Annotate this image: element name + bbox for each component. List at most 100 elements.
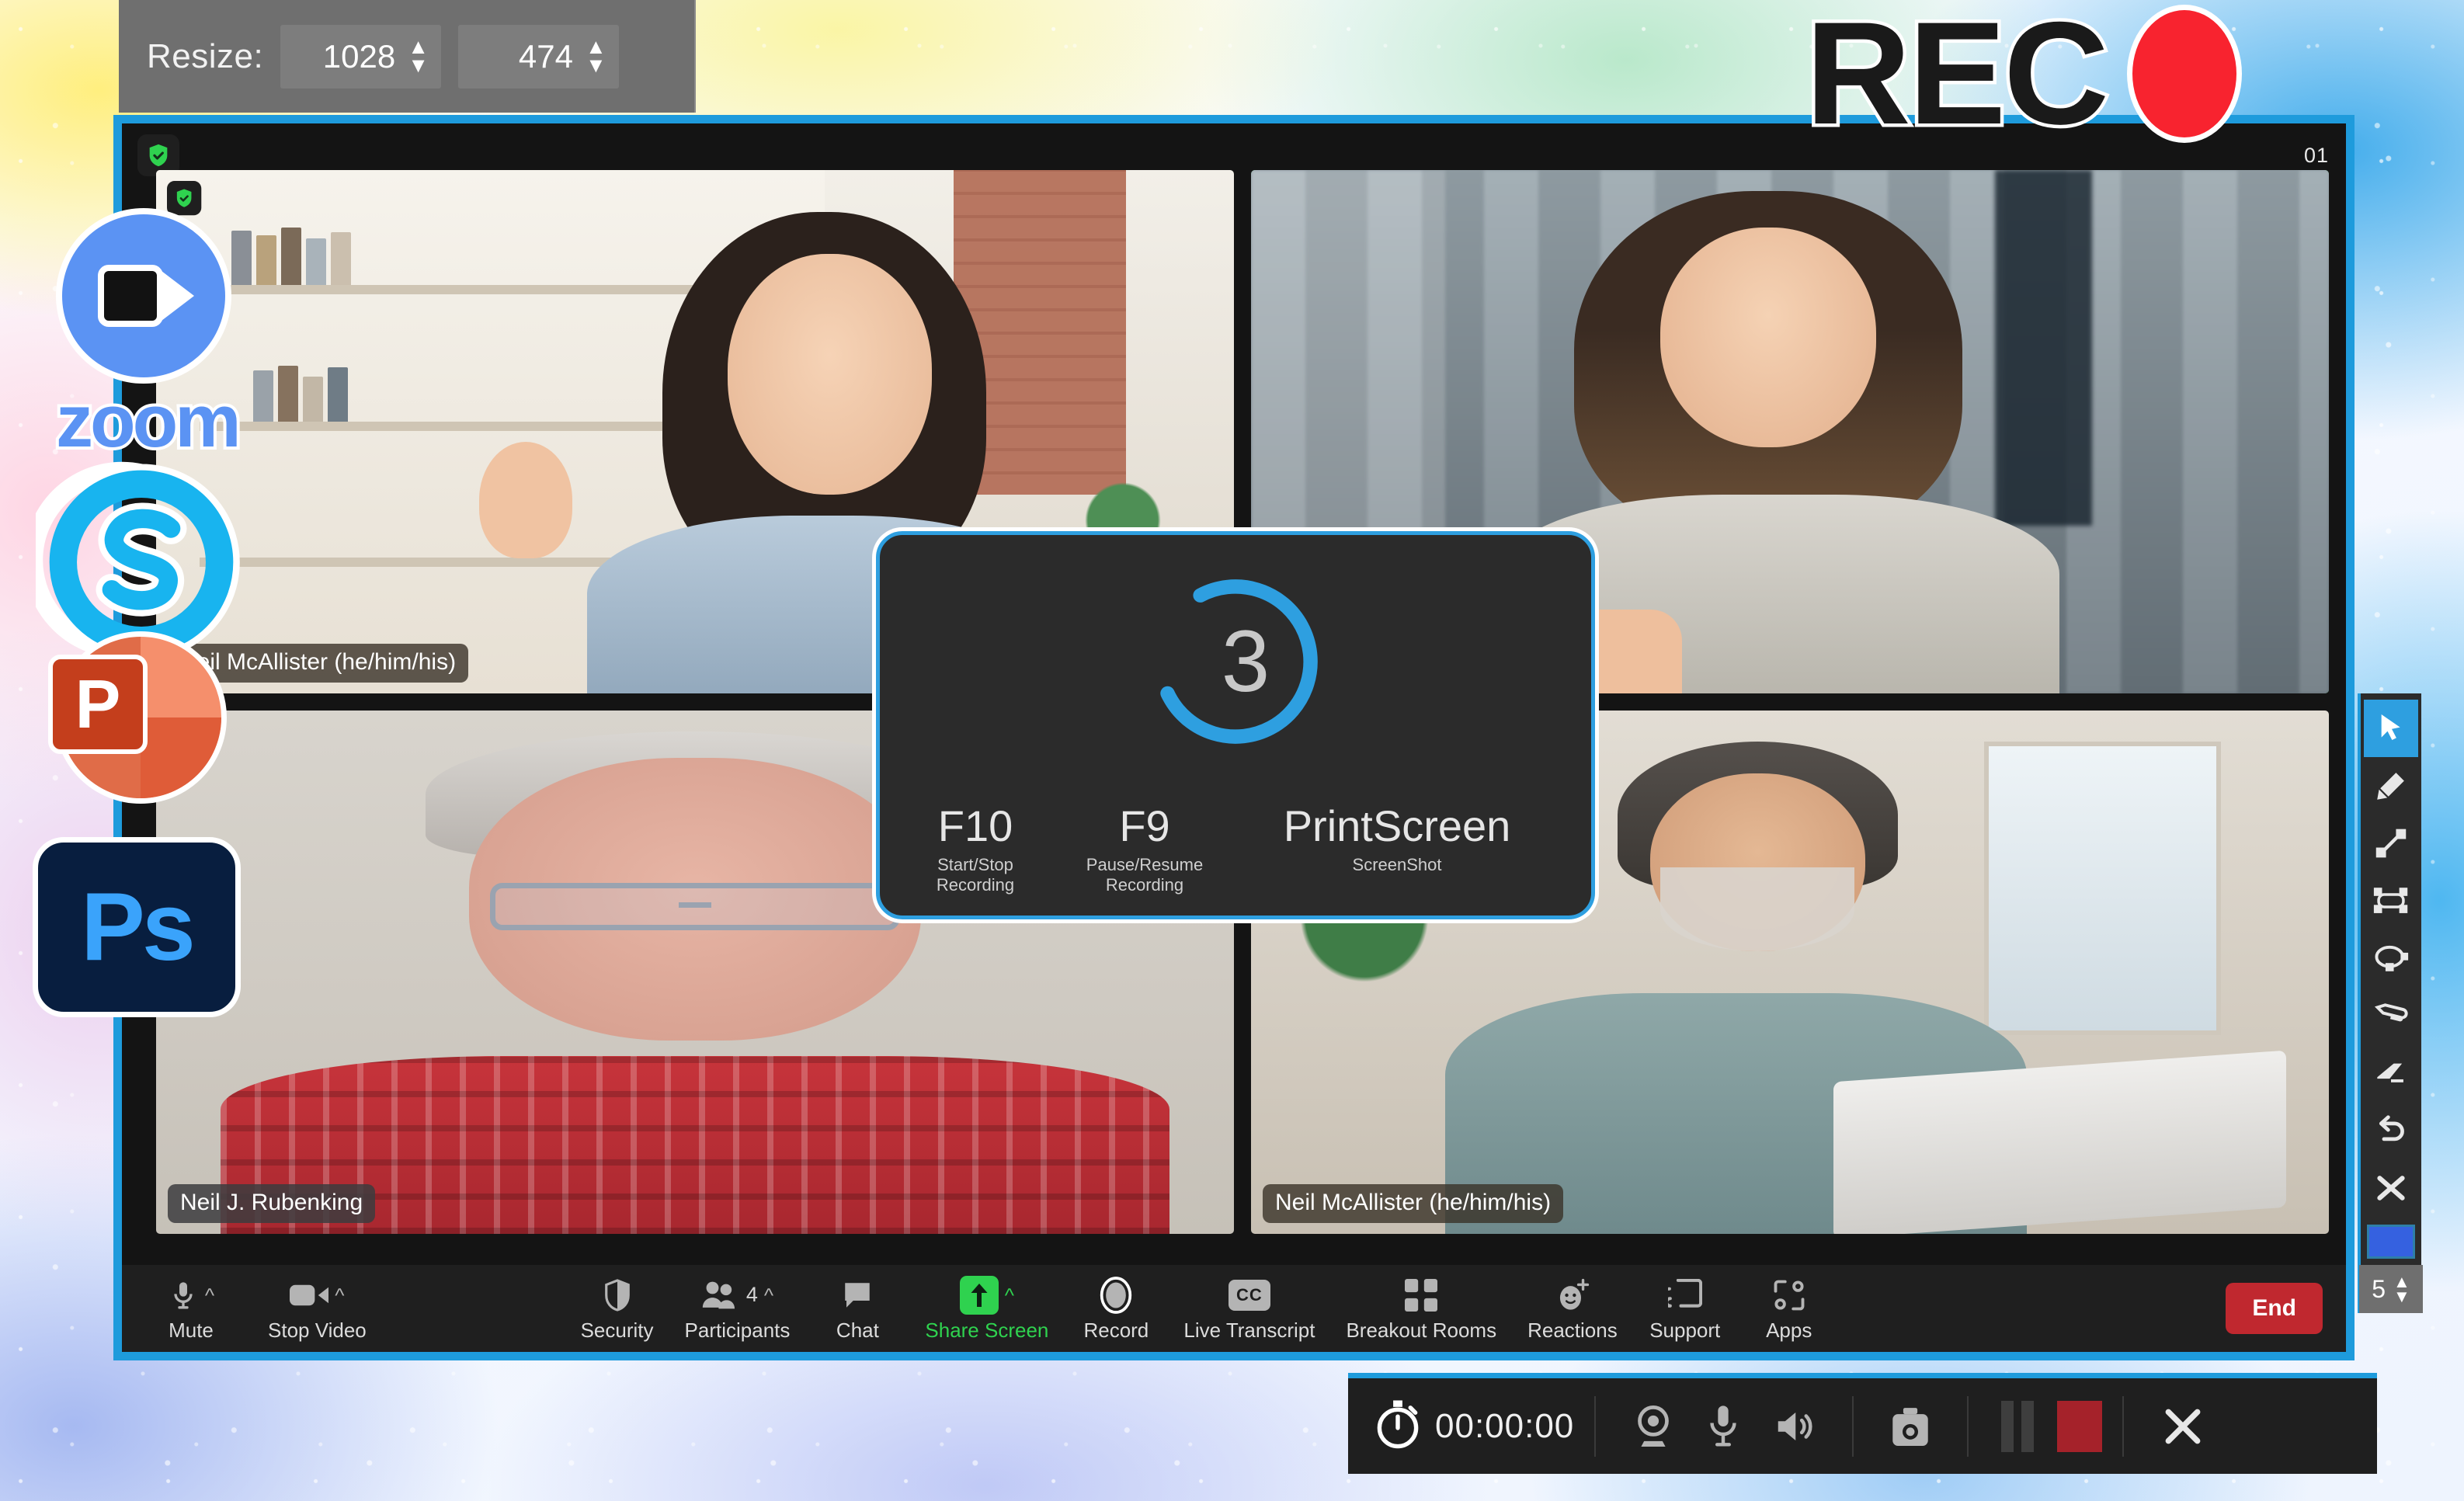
- width-up-arrow[interactable]: ▲: [408, 36, 429, 57]
- stopwatch-icon: [1374, 1399, 1421, 1453]
- divider: [2122, 1395, 2125, 1457]
- mute-options-caret[interactable]: ^: [205, 1285, 214, 1305]
- mute-button[interactable]: ^ Mute: [145, 1275, 237, 1343]
- recorder-time-value: 00:00:00: [1435, 1406, 1575, 1445]
- end-meeting-button[interactable]: End: [2226, 1283, 2323, 1334]
- live-transcript-button[interactable]: CC Live Transcript: [1174, 1275, 1324, 1343]
- record-button[interactable]: Record: [1070, 1275, 1162, 1343]
- support-button[interactable]: Support: [1639, 1275, 1731, 1343]
- annotation-size-value[interactable]: 5: [2372, 1275, 2386, 1304]
- pencil-tool[interactable]: [2364, 757, 2418, 815]
- apps-button[interactable]: Apps: [1743, 1275, 1835, 1343]
- resize-width-arrows[interactable]: ▲ ▼: [408, 36, 429, 76]
- pause-button[interactable]: [1989, 1400, 2046, 1452]
- toolbar-right-group: End: [2226, 1283, 2323, 1334]
- resize-height-value[interactable]: 474: [475, 38, 573, 75]
- hotkey-printscreen: PrintScreen ScreenShot: [1242, 802, 1552, 895]
- eraser-tool[interactable]: [2364, 987, 2418, 1044]
- width-down-arrow[interactable]: ▼: [408, 54, 429, 76]
- participants-caret[interactable]: ^: [764, 1285, 773, 1305]
- screenshot-button[interactable]: [1874, 1405, 1947, 1448]
- powerpoint-app-icon[interactable]: P: [48, 631, 227, 804]
- line-tool[interactable]: [2364, 815, 2418, 872]
- microphone-icon: [168, 1277, 199, 1313]
- video-camera-icon: [290, 1282, 329, 1308]
- share-screen-button[interactable]: ^ Share Screen: [916, 1275, 1058, 1343]
- countdown-hotkeys: F10 Start/Stop Recording F9 Pause/Resume…: [880, 802, 1591, 895]
- speaker-toggle[interactable]: [1756, 1405, 1832, 1447]
- resize-width-value[interactable]: 1028: [297, 38, 395, 75]
- hotkey-f10-key: F10: [937, 801, 1013, 851]
- rectangle-shape-tool[interactable]: [2364, 872, 2418, 929]
- annotation-size-arrows[interactable]: ▲ ▼: [2393, 1273, 2410, 1305]
- breakout-rooms-label: Breakout Rooms: [1346, 1318, 1497, 1342]
- annotation-size-stepper[interactable]: 5 ▲ ▼: [2359, 1265, 2423, 1313]
- zoom-app-icon[interactable]: zoom: [53, 208, 245, 466]
- participants-button[interactable]: 4 ^ Participants: [676, 1275, 800, 1343]
- security-button[interactable]: Security: [572, 1275, 663, 1343]
- participants-icon: [701, 1280, 739, 1310]
- apps-label: Apps: [1766, 1318, 1812, 1342]
- shield-icon: [603, 1277, 632, 1313]
- chat-label: Chat: [836, 1318, 879, 1342]
- desktop-background: Resize: 1028 ▲ ▼ 474 ▲ ▼ REC zoom P Ps 0…: [0, 0, 2464, 1501]
- zoom-wordmark: zoom: [53, 377, 245, 466]
- height-down-arrow[interactable]: ▼: [586, 54, 606, 76]
- select-cursor-tool[interactable]: [2364, 700, 2418, 757]
- smiley-plus-icon: [1555, 1278, 1590, 1312]
- hotkey-f10-desc: Start/Stop Recording: [936, 855, 1015, 895]
- hotkey-f10: F10 Start/Stop Recording: [903, 802, 1048, 895]
- share-options-caret[interactable]: ^: [1005, 1285, 1014, 1305]
- resize-height-arrows[interactable]: ▲ ▼: [586, 36, 606, 76]
- clear-close-tool[interactable]: [2364, 1159, 2418, 1217]
- recording-countdown-overlay: 3 F10 Start/Stop Recording F9 Pause/Resu…: [876, 531, 1595, 919]
- hotkey-printscreen-key: PrintScreen: [1283, 801, 1511, 851]
- divider: [1852, 1395, 1854, 1457]
- participants-count: 4: [745, 1283, 758, 1306]
- height-up-arrow[interactable]: ▲: [586, 36, 606, 57]
- video-options-caret[interactable]: ^: [335, 1285, 344, 1305]
- breakout-rooms-button[interactable]: Breakout Rooms: [1336, 1275, 1506, 1343]
- hotkey-printscreen-desc: ScreenShot: [1352, 855, 1442, 874]
- stop-button[interactable]: [2057, 1400, 2103, 1452]
- highlighter-tool[interactable]: [2364, 1044, 2418, 1102]
- resize-label: Resize:: [147, 36, 264, 75]
- chat-bubble-icon: [840, 1279, 874, 1312]
- recording-indicator: REC: [1802, 0, 2242, 155]
- photoshop-letter: Ps: [33, 837, 241, 1017]
- stop-video-label: Stop Video: [268, 1318, 367, 1342]
- hotkey-f9: F9 Pause/Resume Recording: [1048, 802, 1242, 895]
- lasso-shape-tool[interactable]: [2364, 929, 2418, 987]
- reactions-button[interactable]: Reactions: [1518, 1275, 1627, 1343]
- zoom-meeting-toolbar: ^ Mute ^ Stop Video Security 4 ^ Partici…: [122, 1265, 2346, 1352]
- stop-video-button[interactable]: ^ Stop Video: [259, 1275, 376, 1343]
- countdown-number: 3: [1221, 613, 1270, 710]
- hotkey-f9-key: F9: [1119, 801, 1170, 851]
- microphone-toggle[interactable]: [1691, 1404, 1756, 1449]
- reactions-label: Reactions: [1527, 1318, 1618, 1342]
- webcam-toggle[interactable]: [1616, 1404, 1691, 1449]
- size-down-arrow[interactable]: ▼: [2393, 1287, 2410, 1305]
- video-camera-icon: [98, 265, 194, 327]
- participant-name: Neil J. Rubenking: [168, 1184, 376, 1223]
- cast-screen-icon: [1667, 1278, 1702, 1312]
- divider: [1594, 1395, 1597, 1457]
- photoshop-app-icon[interactable]: Ps: [33, 837, 241, 1017]
- chat-button[interactable]: Chat: [811, 1275, 903, 1343]
- rec-label: REC: [1802, 0, 2113, 155]
- undo-tool[interactable]: [2364, 1102, 2418, 1159]
- resize-width-stepper[interactable]: 1028 ▲ ▼: [280, 24, 441, 89]
- resize-height-stepper[interactable]: 474 ▲ ▼: [457, 24, 619, 89]
- resize-toolbar: Resize: 1028 ▲ ▼ 474 ▲ ▼: [119, 0, 696, 113]
- cc-icon: CC: [1228, 1279, 1270, 1311]
- record-label: Record: [1083, 1318, 1149, 1342]
- close-button[interactable]: [2144, 1405, 2222, 1448]
- rec-dot-icon: [2126, 5, 2242, 143]
- participants-label: Participants: [684, 1318, 791, 1342]
- divider: [1967, 1395, 1969, 1457]
- support-label: Support: [1649, 1318, 1721, 1342]
- annotation-toolbar: 5 ▲ ▼: [2358, 693, 2423, 1313]
- toolbar-left-group: ^ Mute ^ Stop Video: [145, 1275, 376, 1343]
- live-transcript-label: Live Transcript: [1183, 1318, 1315, 1342]
- annotation-color-swatch[interactable]: [2367, 1225, 2415, 1259]
